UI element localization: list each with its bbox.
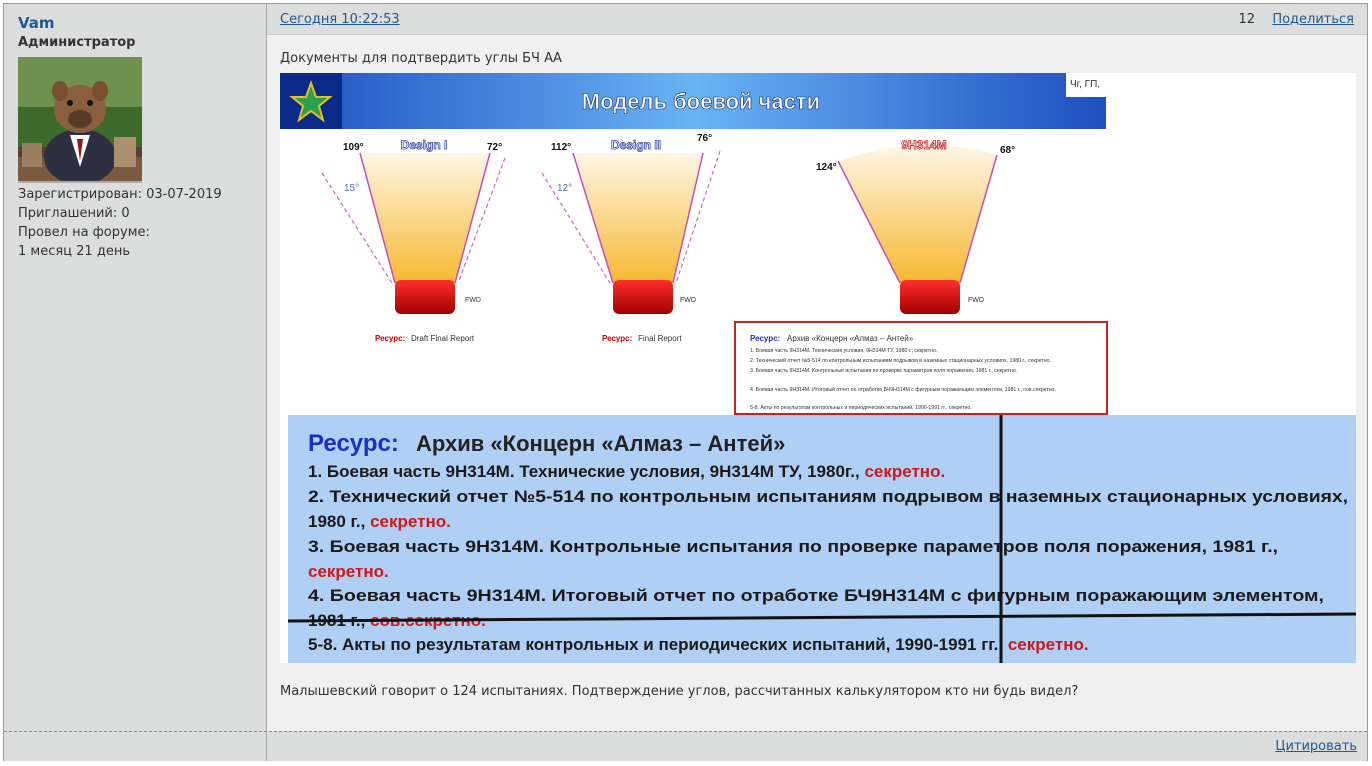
d2-name: Design II bbox=[611, 138, 661, 152]
d1-left-angle: 109° bbox=[343, 142, 364, 153]
d3-fwd: FWD bbox=[968, 297, 984, 304]
quote-link[interactable]: Цитировать bbox=[1275, 739, 1357, 754]
big-box-line-3-red: секретно. bbox=[308, 562, 389, 581]
post-number: 12 bbox=[1238, 12, 1255, 27]
invites-count: Приглашений: 0 bbox=[18, 206, 130, 221]
post-image[interactable]: Модель боевой части Чг, ГП, 109° 72° 15°… bbox=[280, 73, 1356, 663]
small-box-line-1: 1. Боевая часть 9Н314М. Технические усло… bbox=[750, 348, 937, 354]
author-panel: Vam Администратор Зарегистрирован: 03-07… bbox=[4, 4, 267, 731]
post-footer: Цитировать bbox=[4, 731, 1367, 761]
small-box-line-3: 3. Боевая часть 9Н314М. Контрольные испы… bbox=[750, 368, 1017, 374]
d1-name: Design I bbox=[401, 138, 448, 152]
share-link[interactable]: Поделиться bbox=[1272, 12, 1354, 27]
small-box-title-label: Ресурс: bbox=[750, 334, 780, 343]
forum-time-value: 1 месяц 21 день bbox=[18, 244, 130, 259]
d2-right-angle: 76° bbox=[697, 133, 712, 144]
d1-res-label: Ресурс: bbox=[375, 334, 405, 343]
d1-fwd: FWD bbox=[465, 297, 481, 304]
big-box-line-5: 5-8. Акты по результатам контрольных и п… bbox=[308, 635, 1089, 654]
d2-res-label: Ресурс: bbox=[602, 334, 632, 343]
post-text-bottom: Малышевский говорит о 124 испытаниях. По… bbox=[280, 684, 1079, 699]
avatar-image bbox=[18, 57, 142, 181]
d2-extra-angle: 12° bbox=[557, 183, 572, 194]
d2-left-angle: 112° bbox=[551, 142, 571, 153]
big-box-line-3: 3. Боевая часть 9Н314М. Контрольные испы… bbox=[308, 537, 1278, 556]
d3-name: 9Н314М bbox=[901, 138, 946, 152]
d1-right-angle: 72° bbox=[487, 142, 502, 153]
d1-extra-angle: 15° bbox=[344, 183, 359, 194]
avatar bbox=[18, 57, 142, 183]
forum-time-label: Провел на форуме: bbox=[18, 225, 150, 240]
d3-left-angle: 124° bbox=[816, 162, 837, 173]
big-box-line-1: 1. Боевая часть 9Н314М. Технические усло… bbox=[308, 462, 945, 481]
author-username[interactable]: Vam bbox=[18, 14, 55, 32]
small-box-line-4: 4. Боевая часть 9Н314М. Итоговый отчет п… bbox=[750, 386, 1056, 393]
small-box-line-5: 5-8. Акты по результатам контрольных и п… bbox=[750, 404, 972, 411]
post-date-link[interactable]: Сегодня 10:22:53 bbox=[280, 12, 400, 27]
big-box-title-value: Архив «Концерн «Алмаз – Антей» bbox=[416, 431, 785, 456]
big-resource-box: Ресурс: Архив «Концерн «Алмаз – Антей» 1… bbox=[287, 415, 1356, 663]
small-box-title-value: Архив «Концерн «Алмаз – Антей» bbox=[787, 334, 914, 343]
post-header: Сегодня 10:22:53 12 Поделиться bbox=[267, 4, 1367, 35]
d2-fwd: FWD bbox=[680, 297, 696, 304]
forum-post: Vam Администратор Зарегистрирован: 03-07… bbox=[3, 3, 1368, 761]
big-box-line-2: 2. Технический отчет №5-514 по контрольн… bbox=[308, 488, 1348, 506]
d3-right-angle: 68° bbox=[1000, 145, 1015, 156]
registered-date: Зарегистрирован: 03-07-2019 bbox=[18, 187, 222, 202]
d1-res-value: Draft Final Report bbox=[411, 334, 475, 343]
big-box-title-label: Ресурс: bbox=[308, 430, 399, 457]
footer-left-cell bbox=[4, 732, 267, 761]
d2-res-value: Final Report bbox=[638, 334, 682, 343]
small-resource-box: Ресурс: Архив «Концерн «Алмаз – Антей» 1… bbox=[734, 321, 1108, 415]
post-text-top: Документы для подтвердить углы БЧ АА bbox=[280, 51, 562, 66]
small-box-line-2: 2. Технический отчет №5-514 по контрольн… bbox=[750, 357, 1051, 364]
slide-title: Модель боевой части bbox=[582, 89, 820, 114]
slide-corner-text: Чг, ГП, bbox=[1070, 79, 1100, 90]
slide-image: Модель боевой части Чг, ГП, 109° 72° 15°… bbox=[280, 73, 1356, 663]
post-content: Сегодня 10:22:53 12 Поделиться Документы… bbox=[267, 4, 1367, 731]
big-box-line-4: 4. Боевая часть 9Н314М. Итоговый отчет п… bbox=[308, 587, 1324, 605]
big-box-line-2b: 1980 г., секретно. bbox=[308, 512, 451, 531]
author-role: Администратор bbox=[18, 35, 136, 50]
